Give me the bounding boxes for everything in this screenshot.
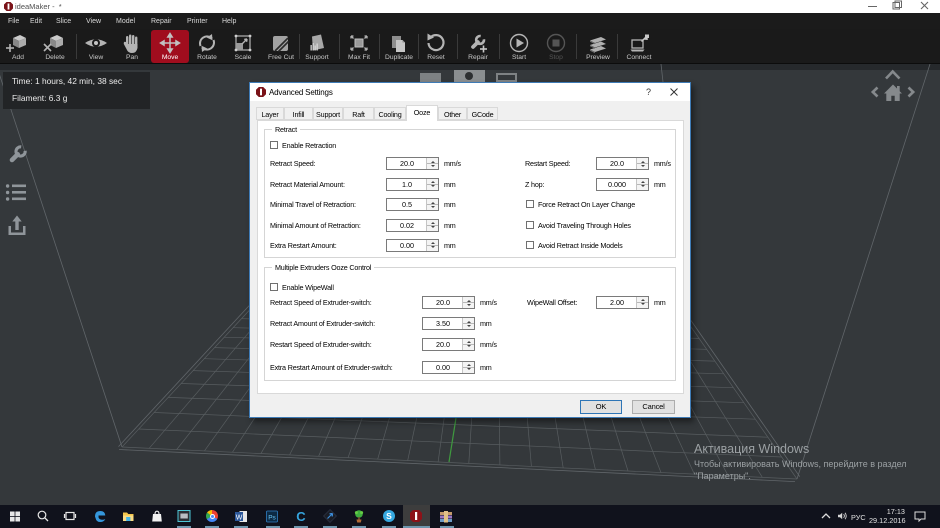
svg-text:Ps: Ps	[268, 515, 276, 522]
svg-text:W: W	[236, 514, 243, 521]
svg-text:S: S	[386, 511, 392, 521]
svg-text:C: C	[296, 509, 306, 523]
